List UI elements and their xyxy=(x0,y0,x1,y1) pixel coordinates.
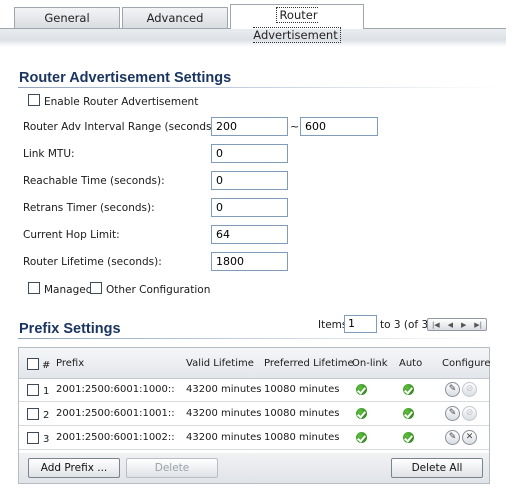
retrans-timer-input[interactable]: 0 xyxy=(211,198,288,217)
prev-page-icon[interactable]: ◀ xyxy=(448,321,453,329)
row-preferred-lifetime: 10080 minutes xyxy=(264,432,340,443)
row-number: 3 xyxy=(43,434,50,445)
auto-check-icon xyxy=(403,408,414,419)
select-all-checkbox[interactable] xyxy=(27,358,39,370)
hop-limit-label: Current Hop Limit: xyxy=(23,229,120,241)
table-row: 2 2001:2500:6001:1001:: 43200 minutes 10… xyxy=(19,403,489,426)
router-lifetime-input[interactable]: 1800 xyxy=(211,252,288,271)
retrans-timer-label: Retrans Timer (seconds): xyxy=(23,202,155,214)
interval-separator: ~ xyxy=(290,120,300,133)
row-valid-lifetime: 43200 minutes xyxy=(186,408,262,419)
edit-pencil-icon[interactable]: ✎ xyxy=(445,382,460,397)
section-title-router-advertisement: Router Advertisement Settings xyxy=(19,70,232,86)
column-header-valid-lifetime: Valid Lifetime xyxy=(186,358,254,369)
table-footer: Add Prefix ... Delete Delete All xyxy=(19,453,489,483)
section-divider xyxy=(18,87,496,88)
managed-checkbox[interactable] xyxy=(28,282,40,294)
row-checkbox[interactable] xyxy=(27,408,39,420)
table-row: 1 2001:2500:6001:1000:: 43200 minutes 10… xyxy=(19,379,489,402)
column-header-auto: Auto xyxy=(399,358,423,369)
tab-label: General xyxy=(44,11,90,25)
row-preferred-lifetime: 10080 minutes xyxy=(264,408,340,419)
row-valid-lifetime: 43200 minutes xyxy=(186,432,262,443)
row-prefix: 2001:2500:6001:1001:: xyxy=(56,408,175,419)
tab-general[interactable]: General xyxy=(14,7,120,29)
prefix-table: # Prefix Valid Lifetime Preferred Lifeti… xyxy=(18,347,490,484)
tab-router-advertisement[interactable]: Router Advertisement xyxy=(230,4,364,43)
table-row: 3 2001:2500:6001:1002:: 43200 minutes 10… xyxy=(19,427,489,450)
column-header-on-link: On-link xyxy=(352,358,388,369)
hop-limit-input[interactable]: 64 xyxy=(211,225,288,244)
section-divider xyxy=(18,338,496,339)
auto-check-icon xyxy=(403,432,414,443)
delete-button: Delete xyxy=(126,458,218,478)
row-checkbox[interactable] xyxy=(27,432,39,444)
row-preferred-lifetime: 10080 minutes xyxy=(264,384,340,395)
row-prefix: 2001:2500:6001:1002:: xyxy=(56,432,175,443)
on-link-check-icon xyxy=(356,408,367,419)
pagination-controls: |◀ ◀ ▶ ▶| xyxy=(427,318,487,331)
interval-range-label: Router Adv Interval Range (seconds): xyxy=(23,121,220,133)
managed-label: Managed xyxy=(44,284,93,296)
other-configuration-label: Other Configuration xyxy=(106,284,211,296)
tab-label: Router Advertisement xyxy=(253,7,341,43)
delete-disabled-icon: ⊘ xyxy=(462,382,477,397)
first-page-icon[interactable]: |◀ xyxy=(432,321,440,329)
edit-pencil-icon[interactable]: ✎ xyxy=(445,430,460,445)
table-header: # Prefix Valid Lifetime Preferred Lifeti… xyxy=(19,348,491,379)
next-page-icon[interactable]: ▶ xyxy=(461,321,466,329)
column-header-num: # xyxy=(42,360,51,371)
interval-max-input[interactable]: 600 xyxy=(300,117,378,136)
edit-pencil-icon[interactable]: ✎ xyxy=(445,406,460,421)
column-header-preferred-lifetime: Preferred Lifetime xyxy=(264,358,354,369)
last-page-icon[interactable]: ▶| xyxy=(474,321,482,329)
column-header-prefix: Prefix xyxy=(56,358,85,369)
enable-router-advertisement-checkbox[interactable] xyxy=(28,94,40,106)
row-number: 2 xyxy=(43,410,50,421)
on-link-check-icon xyxy=(356,384,367,395)
items-start-input[interactable]: 1 xyxy=(344,315,377,333)
router-lifetime-label: Router Lifetime (seconds): xyxy=(23,256,162,268)
reachable-time-label: Reachable Time (seconds): xyxy=(23,175,165,187)
enable-router-advertisement-label: Enable Router Advertisement xyxy=(44,96,199,108)
tab-bar: General Advanced Router Advertisement xyxy=(0,0,512,43)
auto-check-icon xyxy=(403,384,414,395)
row-number: 1 xyxy=(43,386,50,397)
link-mtu-input[interactable]: 0 xyxy=(211,144,288,163)
add-prefix-button[interactable]: Add Prefix ... xyxy=(28,458,120,478)
row-valid-lifetime: 43200 minutes xyxy=(186,384,262,395)
section-title-prefix: Prefix Settings xyxy=(19,321,121,337)
interval-min-input[interactable]: 200 xyxy=(211,117,288,136)
row-checkbox[interactable] xyxy=(27,384,39,396)
items-range-text: to 3 (of 3) xyxy=(380,319,433,331)
tab-advanced[interactable]: Advanced xyxy=(122,7,228,29)
column-header-configure: Configure xyxy=(442,358,491,369)
link-mtu-label: Link MTU: xyxy=(23,148,75,160)
tab-label: Advanced xyxy=(146,11,204,25)
reachable-time-input[interactable]: 0 xyxy=(211,171,288,190)
row-prefix: 2001:2500:6001:1000:: xyxy=(56,384,175,395)
other-configuration-checkbox[interactable] xyxy=(90,282,102,294)
items-label: Items xyxy=(318,319,348,331)
delete-x-icon[interactable]: ✕ xyxy=(462,430,477,445)
delete-disabled-icon: ⊘ xyxy=(462,406,477,421)
on-link-check-icon xyxy=(356,432,367,443)
delete-all-button[interactable]: Delete All xyxy=(391,458,483,478)
